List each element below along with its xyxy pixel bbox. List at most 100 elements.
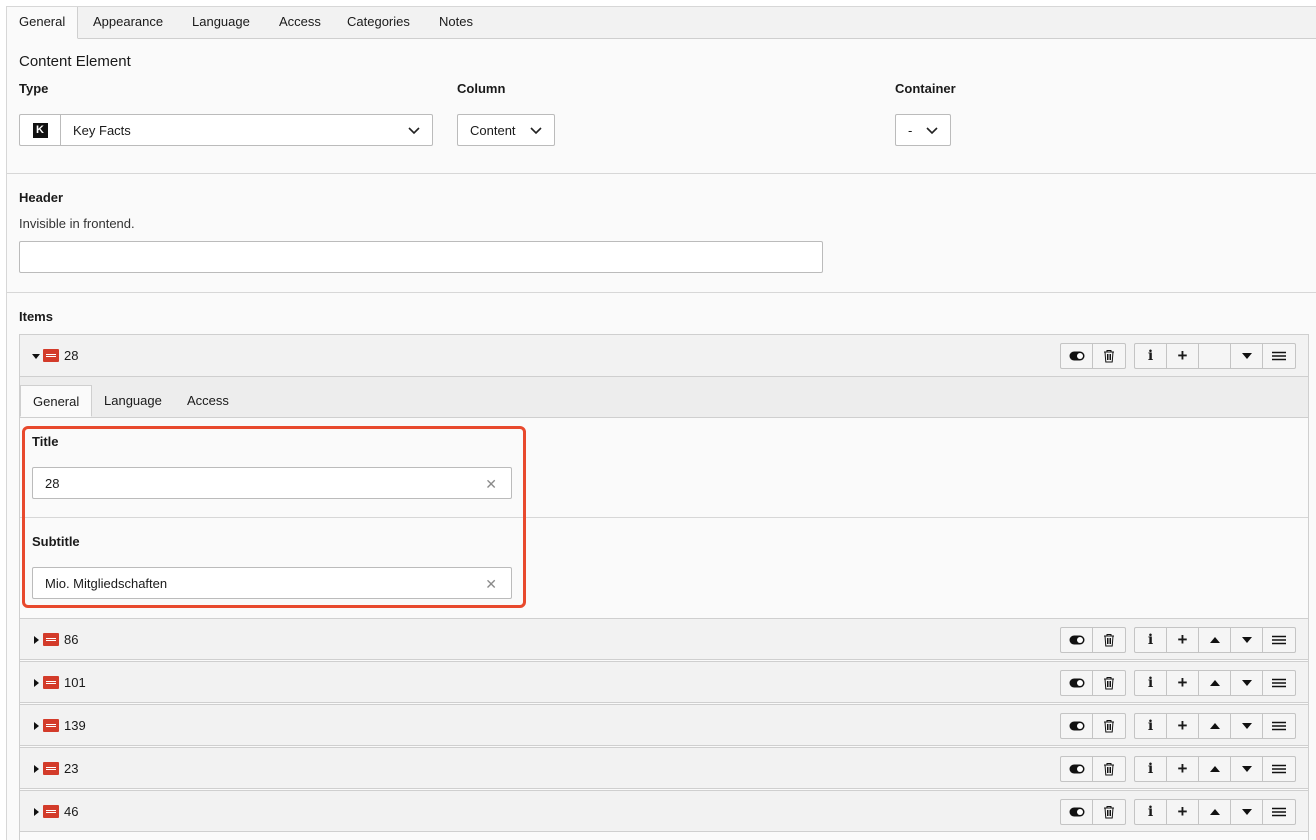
key-fact-icon — [43, 762, 59, 775]
item-actions-group: i + — [1134, 713, 1296, 739]
item-tab-language[interactable]: Language — [92, 385, 174, 417]
caret-right-icon[interactable] — [32, 722, 40, 730]
toggle-visibility-button[interactable] — [1061, 344, 1093, 368]
visibility-delete-group — [1060, 627, 1126, 653]
drag-handle-button[interactable] — [1263, 671, 1295, 695]
item-header-collapsed[interactable]: 46 i + — [20, 790, 1308, 832]
info-icon: i — [1147, 761, 1154, 777]
move-up-button[interactable] — [1199, 714, 1231, 738]
divider — [7, 173, 1316, 174]
visibility-delete-group — [1060, 713, 1126, 739]
move-up-button[interactable] — [1199, 628, 1231, 652]
header-hint: Invisible in frontend. — [19, 216, 135, 231]
add-button[interactable]: + — [1167, 714, 1199, 738]
add-button[interactable]: + — [1167, 757, 1199, 781]
delete-button[interactable] — [1093, 714, 1125, 738]
delete-button[interactable] — [1093, 757, 1125, 781]
item-header-collapsed[interactable]: 139 i + — [20, 704, 1308, 746]
header-input[interactable] — [20, 242, 822, 272]
delete-button[interactable] — [1093, 800, 1125, 824]
type-label: Type — [19, 81, 49, 96]
container-select[interactable]: - — [895, 114, 951, 146]
tab-categories[interactable]: Categories — [335, 7, 422, 38]
caret-right-icon[interactable] — [32, 765, 40, 773]
info-button[interactable]: i — [1135, 800, 1167, 824]
tab-language[interactable]: Language — [180, 7, 262, 38]
toggle-icon — [1069, 351, 1084, 361]
delete-button[interactable] — [1093, 344, 1125, 368]
move-down-button[interactable] — [1231, 671, 1263, 695]
info-button[interactable]: i — [1135, 344, 1167, 368]
item-title: 28 — [64, 348, 79, 363]
caret-right-icon[interactable] — [32, 636, 40, 644]
move-down-button[interactable] — [1231, 628, 1263, 652]
plus-icon: + — [1177, 346, 1188, 365]
item-actions-group: i + — [1134, 343, 1296, 369]
add-button[interactable]: + — [1167, 800, 1199, 824]
info-button[interactable]: i — [1135, 714, 1167, 738]
move-up-button[interactable] — [1199, 757, 1231, 781]
move-up-button[interactable] — [1199, 671, 1231, 695]
arrow-up-icon — [1209, 766, 1220, 772]
item-title: 139 — [64, 718, 86, 733]
section-title-content-element: Content Element — [19, 53, 131, 70]
caret-right-icon[interactable] — [32, 679, 40, 687]
add-button[interactable]: + — [1167, 628, 1199, 652]
tab-appearance[interactable]: Appearance — [81, 7, 175, 38]
caret-right-icon[interactable] — [32, 808, 40, 816]
toggle-visibility-button[interactable] — [1061, 757, 1093, 781]
info-button[interactable]: i — [1135, 671, 1167, 695]
chevron-down-icon — [530, 127, 542, 135]
toggle-visibility-button[interactable] — [1061, 714, 1093, 738]
add-button[interactable]: + — [1167, 344, 1199, 368]
info-button[interactable]: i — [1135, 628, 1167, 652]
add-button[interactable]: + — [1167, 671, 1199, 695]
drag-handle-icon — [1272, 635, 1286, 645]
drag-handle-button[interactable] — [1263, 757, 1295, 781]
chevron-down-icon — [408, 127, 420, 135]
plus-icon: + — [1177, 630, 1188, 649]
type-value: Key Facts — [73, 122, 131, 138]
plus-icon: + — [1177, 759, 1188, 778]
move-down-button[interactable] — [1231, 344, 1263, 368]
type-select[interactable]: K Key Facts — [19, 114, 433, 146]
items-container: 28 i + General Language Access Title 28 … — [19, 334, 1309, 840]
item-header-collapsed[interactable]: 86 i + — [20, 618, 1308, 660]
info-button[interactable]: i — [1135, 757, 1167, 781]
drag-handle-button[interactable] — [1263, 344, 1295, 368]
item-actions-group: i + — [1134, 799, 1296, 825]
tab-notes[interactable]: Notes — [427, 7, 485, 38]
move-up-placeholder — [1199, 344, 1231, 368]
item-header-collapsed[interactable]: 101 i + — [20, 661, 1308, 703]
item-header-collapsed[interactable]: 23 i + — [20, 747, 1308, 789]
move-up-button[interactable] — [1199, 800, 1231, 824]
move-down-button[interactable] — [1231, 800, 1263, 824]
drag-handle-icon — [1272, 721, 1286, 731]
drag-handle-button[interactable] — [1263, 628, 1295, 652]
item-actions-group: i + — [1134, 670, 1296, 696]
item-tab-access[interactable]: Access — [175, 385, 241, 417]
toggle-visibility-button[interactable] — [1061, 800, 1093, 824]
item-tab-general[interactable]: General — [20, 385, 93, 417]
trash-icon — [1104, 720, 1114, 733]
column-select[interactable]: Content — [457, 114, 555, 146]
toggle-visibility-button[interactable] — [1061, 628, 1093, 652]
move-down-button[interactable] — [1231, 757, 1263, 781]
tab-access[interactable]: Access — [267, 7, 333, 38]
toggle-visibility-button[interactable] — [1061, 671, 1093, 695]
item-title: 101 — [64, 675, 86, 690]
plus-icon: + — [1177, 716, 1188, 735]
tab-general[interactable]: General — [7, 7, 79, 39]
key-fact-icon — [43, 349, 59, 362]
caret-down-icon[interactable] — [32, 352, 40, 360]
delete-button[interactable] — [1093, 628, 1125, 652]
drag-handle-button[interactable] — [1263, 800, 1295, 824]
drag-handle-button[interactable] — [1263, 714, 1295, 738]
move-down-button[interactable] — [1231, 714, 1263, 738]
arrow-up-icon — [1209, 723, 1220, 729]
info-icon: i — [1147, 632, 1154, 648]
toggle-icon — [1069, 807, 1084, 817]
item-header-expanded[interactable]: 28 i + — [20, 335, 1308, 377]
delete-button[interactable] — [1093, 671, 1125, 695]
info-icon: i — [1147, 804, 1154, 820]
